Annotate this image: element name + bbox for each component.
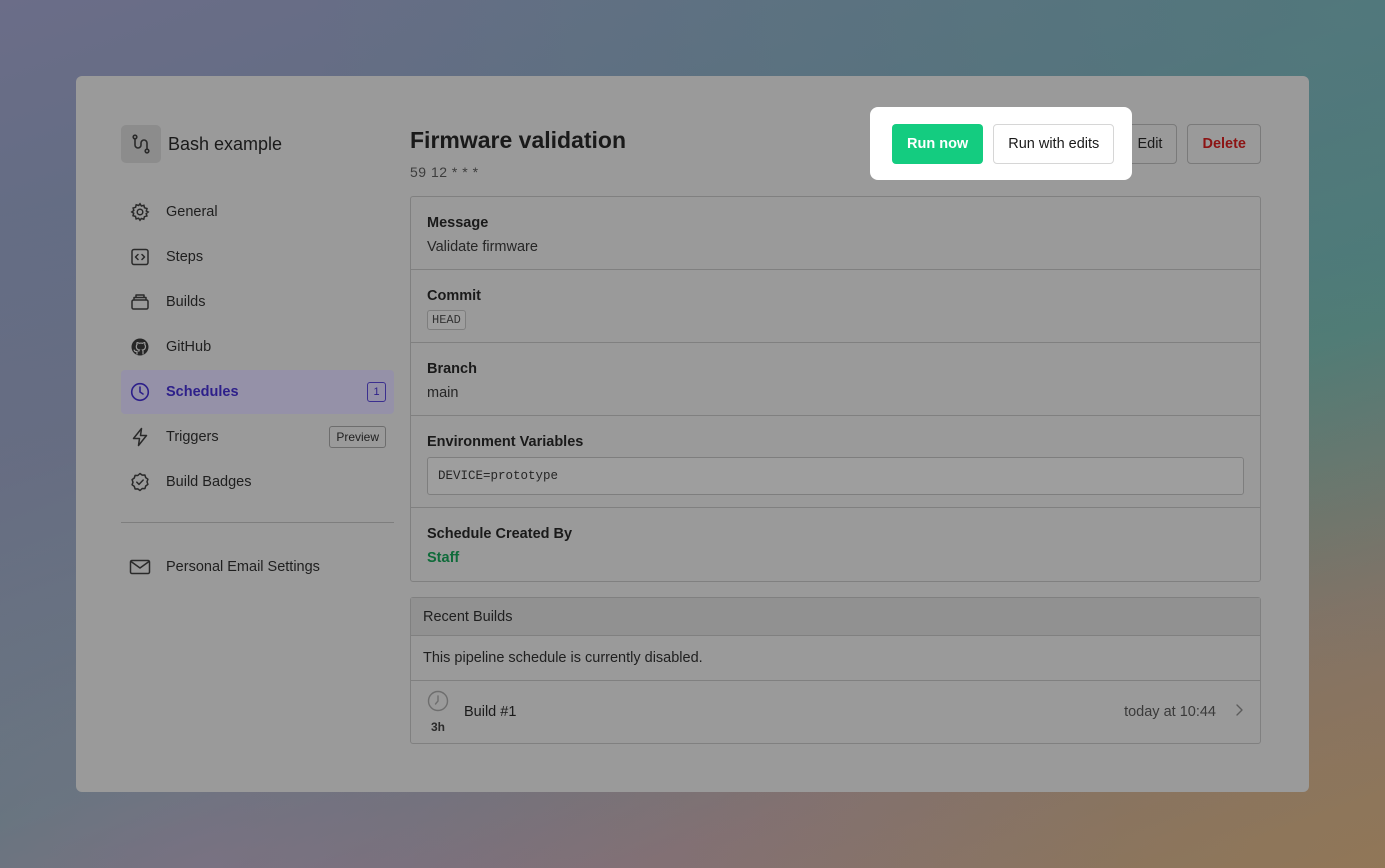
sidebar-item-label: Triggers — [166, 429, 219, 445]
build-row[interactable]: 3h Build #1 today at 10:44 — [411, 681, 1260, 743]
run-now-button[interactable]: Run now — [892, 123, 984, 164]
bolt-icon — [129, 426, 151, 448]
pipeline-header: Bash example — [121, 124, 394, 164]
sidebar-item-builds[interactable]: Builds — [121, 280, 394, 324]
sidebar: Bash example General Steps Builds GitHub… — [121, 124, 394, 590]
check-badge-icon — [129, 471, 151, 493]
message-row: Message Validate firmware — [411, 197, 1260, 270]
stack-icon — [129, 291, 151, 313]
sidebar-item-triggers[interactable]: Triggers Preview — [121, 415, 394, 459]
env-value: DEVICE=prototype — [427, 457, 1244, 495]
sidebar-item-steps[interactable]: Steps — [121, 235, 394, 279]
field-label: Message — [427, 215, 489, 231]
github-icon — [129, 336, 151, 358]
code-icon — [129, 246, 151, 268]
message-value: Validate firmware — [427, 239, 538, 255]
disabled-notice: This pipeline schedule is currently disa… — [411, 636, 1260, 681]
field-label: Environment Variables — [427, 434, 584, 450]
pipeline-icon — [121, 125, 161, 163]
env-row: Environment Variables DEVICE=prototype — [411, 416, 1260, 508]
sidebar-divider — [121, 522, 394, 523]
schedule-main: Firmware validation 59 12 * * * Edit Del… — [410, 124, 1261, 744]
field-label: Commit — [427, 288, 481, 304]
sidebar-item-label: Build Badges — [166, 474, 252, 490]
pipeline-name[interactable]: Bash example — [168, 134, 282, 155]
cron-expression: 59 12 * * * — [410, 164, 479, 180]
delete-button[interactable]: Delete — [1187, 124, 1261, 164]
build-age: 3h — [427, 690, 449, 734]
build-age-label: 3h — [430, 720, 445, 734]
sidebar-item-label: General — [166, 204, 218, 220]
app-window: Bash example General Steps Builds GitHub… — [76, 76, 1309, 792]
commit-value: HEAD — [427, 310, 466, 330]
clock-icon — [129, 381, 151, 403]
preview-badge: Preview — [329, 426, 386, 448]
build-date: today at 10:44 — [1124, 704, 1216, 720]
run-with-edits-button[interactable]: Run with edits — [993, 123, 1115, 164]
branch-row: Branch main — [411, 343, 1260, 416]
run-actions-highlight: Run now Run with edits — [870, 107, 1132, 180]
sidebar-item-github[interactable]: GitHub — [121, 325, 394, 369]
field-label: Branch — [427, 361, 477, 377]
sidebar-item-label: Builds — [166, 294, 206, 310]
created-by-link[interactable]: Staff — [427, 550, 1244, 566]
recent-builds-title: Recent Builds — [411, 598, 1260, 636]
chevron-right-icon — [1234, 703, 1244, 722]
sidebar-item-personal-email-settings[interactable]: Personal Email Settings — [121, 545, 394, 589]
sidebar-item-general[interactable]: General — [121, 190, 394, 234]
sidebar-item-label: Personal Email Settings — [166, 559, 320, 575]
created-by-row: Schedule Created By Staff — [411, 508, 1260, 581]
recent-builds: Recent Builds This pipeline schedule is … — [410, 597, 1261, 744]
sidebar-item-schedules[interactable]: Schedules 1 — [121, 370, 394, 414]
schedule-count-badge: 1 — [367, 382, 386, 402]
mail-icon — [129, 556, 151, 578]
commit-row: Commit HEAD — [411, 270, 1260, 343]
gear-icon — [129, 201, 151, 223]
sidebar-item-label: Schedules — [166, 384, 239, 400]
sidebar-item-build-badges[interactable]: Build Badges — [121, 460, 394, 504]
field-label: Schedule Created By — [427, 526, 573, 542]
build-name: Build #1 — [464, 704, 517, 720]
schedule-details: Message Validate firmware Commit HEAD Br… — [410, 196, 1261, 582]
sidebar-item-label: GitHub — [166, 339, 212, 355]
clock-icon — [427, 690, 449, 717]
schedule-actions: Edit Delete — [1122, 124, 1261, 164]
branch-value: main — [427, 385, 459, 401]
sidebar-item-label: Steps — [166, 249, 204, 265]
